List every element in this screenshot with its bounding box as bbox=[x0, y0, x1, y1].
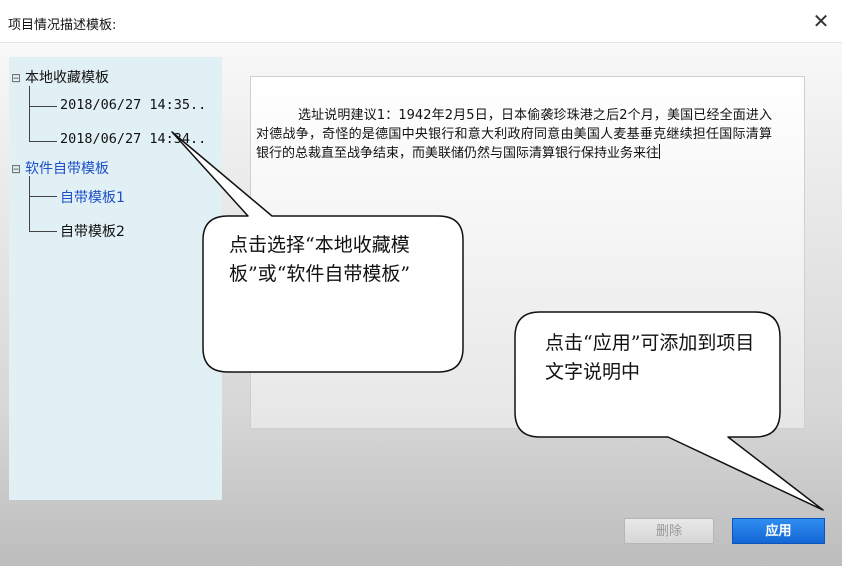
callout-apply-tip: 点击“应用”可添加到项目文字说明中 bbox=[545, 332, 755, 383]
callout-select-tip: 点击选择“本地收藏模板”或“软件自带模板” bbox=[229, 234, 411, 285]
